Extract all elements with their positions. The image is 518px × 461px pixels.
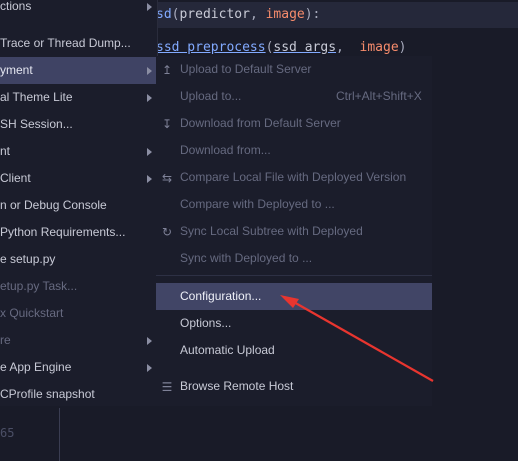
submenu-arrow-icon bbox=[147, 175, 152, 183]
gutter-divider bbox=[59, 408, 60, 461]
menu-item[interactable]: e setup.py bbox=[0, 246, 157, 273]
submenu-item-label: Sync Local Subtree with Deployed bbox=[180, 224, 363, 238]
code-token-function: preprocess bbox=[179, 40, 266, 55]
menu-item-label: nt bbox=[0, 144, 11, 158]
submenu-item[interactable]: Compare with Deployed to ... bbox=[156, 191, 432, 218]
keyboard-shortcut: Ctrl+Alt+Shift+X bbox=[336, 89, 422, 103]
submenu-item[interactable]: ↥ Upload to Default Server bbox=[156, 56, 432, 83]
submenu-item-label: Upload to Default Server bbox=[180, 62, 312, 76]
submenu-arrow-icon bbox=[147, 148, 152, 156]
submenu-item[interactable]: ⇆ Compare Local File with Deployed Versio… bbox=[156, 164, 432, 191]
submenu-arrow-icon bbox=[147, 337, 152, 345]
menu-item[interactable]: n or Debug Console bbox=[0, 192, 157, 219]
submenu-item-label: Compare with Deployed to ... bbox=[180, 197, 335, 211]
submenu-item-label: Options... bbox=[180, 316, 232, 330]
code-token-function: ssd bbox=[156, 40, 180, 55]
menu-item-label: ctions bbox=[0, 0, 32, 13]
menu-item[interactable]: SH Session... bbox=[0, 111, 157, 138]
menu-item-label: CProfile snapshot bbox=[0, 387, 95, 401]
submenu-item[interactable]: Configuration... bbox=[156, 283, 432, 310]
submenu-item[interactable]: ↻ Sync Local Subtree with Deployed bbox=[156, 218, 432, 245]
menu-item[interactable]: x Quickstart bbox=[0, 300, 157, 327]
code-token-punct: ): bbox=[304, 7, 321, 22]
submenu-item[interactable]: ☰ Browse Remote Host bbox=[156, 373, 432, 400]
download-icon: ↧ bbox=[161, 117, 173, 131]
menu-item-label: re bbox=[0, 333, 11, 347]
submenu-item[interactable]: Sync with Deployed to ... bbox=[156, 245, 432, 272]
submenu-item-label: Configuration... bbox=[180, 289, 262, 303]
submenu-arrow-icon bbox=[147, 3, 152, 11]
submenu-item-label: Browse Remote Host bbox=[180, 379, 294, 393]
code-line: sd(predictor, image): bbox=[156, 2, 518, 28]
submenu-item[interactable]: Options... bbox=[156, 310, 432, 337]
submenu-item[interactable]: ↧ Download from Default Server bbox=[156, 110, 432, 137]
code-token-identifier: predictor bbox=[179, 7, 250, 22]
menu-item-label: Client bbox=[0, 171, 31, 185]
submenu-item-label: Upload to... bbox=[180, 89, 242, 103]
menu-item-label: al Theme Lite bbox=[0, 90, 73, 104]
menu-item-label: x Quickstart bbox=[0, 306, 64, 320]
upload-icon: ↥ bbox=[161, 63, 173, 77]
submenu-item-label: Download from Default Server bbox=[180, 116, 341, 130]
menu-item[interactable]: Client bbox=[0, 165, 157, 192]
submenu-item-label: Download from... bbox=[180, 143, 271, 157]
submenu-item-label: Sync with Deployed to ... bbox=[180, 251, 313, 265]
submenu-item[interactable]: Automatic Upload bbox=[156, 337, 432, 364]
menu-item-label: etup.py Task... bbox=[0, 279, 78, 293]
code-token-parameter: image bbox=[265, 7, 305, 22]
submenu-item-label: Compare Local File with Deployed Version bbox=[180, 170, 407, 184]
code-token-punct: , bbox=[249, 7, 258, 22]
menu-item[interactable]: al Theme Lite bbox=[0, 84, 157, 111]
menu-item-label: e App Engine bbox=[0, 360, 72, 374]
menu-item[interactable]: etup.py Task... bbox=[0, 273, 157, 300]
code-token-identifier: ssd args bbox=[273, 40, 337, 55]
submenu-item-label: Automatic Upload bbox=[180, 343, 275, 357]
sync-icon: ↻ bbox=[161, 225, 173, 239]
menu-separator bbox=[156, 275, 432, 276]
line-number: 65 bbox=[0, 426, 15, 440]
menu-item[interactable]: CProfile snapshot bbox=[0, 381, 157, 408]
compare-icon: ⇆ bbox=[161, 171, 173, 185]
menu-item[interactable]: yment bbox=[0, 57, 157, 84]
menu-item-label: Trace or Thread Dump... bbox=[0, 36, 131, 50]
code-token-function: sd bbox=[156, 7, 172, 22]
code-token-punct: ) bbox=[398, 40, 407, 55]
menu-item[interactable]: re bbox=[0, 327, 157, 354]
remote-host-icon: ☰ bbox=[161, 380, 173, 394]
menu-item-label: SH Session... bbox=[0, 117, 73, 131]
code-token-punct: , bbox=[336, 40, 344, 55]
menu-item[interactable]: nt bbox=[0, 138, 157, 165]
menu-item[interactable]: ctions bbox=[0, 0, 157, 20]
menu-item[interactable]: Trace or Thread Dump... bbox=[0, 30, 157, 57]
menu-item-label: n or Debug Console bbox=[0, 198, 107, 212]
submenu-item[interactable]: Upload to... Ctrl+Alt+Shift+X bbox=[156, 83, 432, 110]
menu-item-label: yment bbox=[0, 63, 33, 77]
code-token-parameter: image bbox=[359, 40, 399, 55]
menu-item-label: Python Requirements... bbox=[0, 225, 126, 239]
menu-item[interactable]: Python Requirements... bbox=[0, 219, 157, 246]
menu-item[interactable]: e App Engine bbox=[0, 354, 157, 381]
submenu-arrow-icon bbox=[147, 94, 152, 102]
tools-menu: ctions Trace or Thread Dump... yment al Th… bbox=[0, 0, 158, 406]
submenu-arrow-icon bbox=[147, 364, 152, 372]
deployment-submenu: ↥ Upload to Default Server Upload to... Ctr… bbox=[156, 56, 432, 406]
submenu-arrow-icon bbox=[147, 67, 152, 75]
submenu-item[interactable]: Download from... bbox=[156, 137, 432, 164]
menu-item-label: e setup.py bbox=[0, 252, 56, 266]
